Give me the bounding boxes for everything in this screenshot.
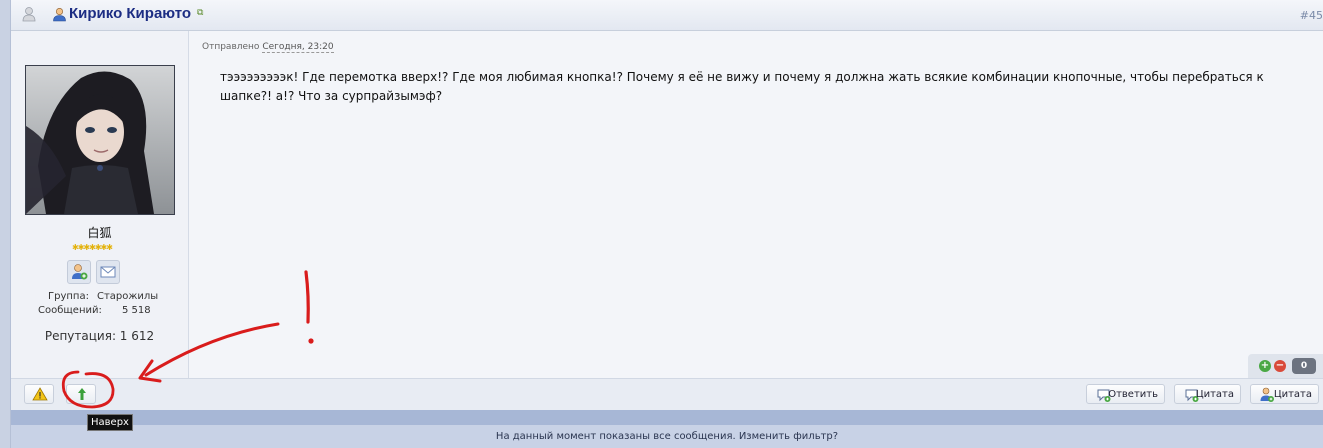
message-icon (100, 266, 116, 278)
quote-button[interactable]: Цитата (1174, 384, 1241, 404)
reply-button[interactable]: Ответить (1086, 384, 1165, 404)
post-header: Кирико Кираюто ⧉ #45 (11, 0, 1323, 31)
post-rating: + − 0 (1248, 354, 1323, 378)
group-label: Группа: (48, 291, 89, 302)
post-content-column: Отправлено Сегодня, 23:20 тэээээээээк! Г… (189, 31, 1323, 378)
scroll-top-tooltip: Наверх (87, 414, 133, 431)
author-nickname: 白狐 (87, 226, 112, 240)
posts-label: Сообщений: (38, 305, 102, 316)
report-button[interactable] (24, 384, 54, 404)
group-value: Старожилы (97, 291, 159, 302)
avatar (25, 65, 175, 215)
quote-user-icon (1260, 387, 1274, 402)
sent-date: Сегодня, 23:20 (262, 42, 334, 53)
filter-info-text[interactable]: На данный момент показаны все сообщения.… (496, 431, 838, 442)
send-message-button[interactable] (96, 260, 120, 284)
posts-value: 5 518 (122, 305, 151, 316)
status-icon (22, 7, 36, 22)
posts-separator (11, 410, 1323, 425)
sent-label: Отправлено (202, 42, 260, 52)
profile-button[interactable] (67, 260, 91, 284)
author-name-link[interactable]: Кирико Кираюто (69, 5, 191, 22)
rate-plus-button[interactable]: + (1259, 360, 1271, 372)
author-info-column: 白狐 ✱✱✱✱✱✱✱ Группа: Старожилы Сообщений: … (11, 31, 189, 378)
outer-left-border (0, 0, 11, 448)
user-icon (53, 7, 66, 22)
profile-icon (72, 264, 88, 280)
external-link-icon[interactable]: ⧉ (197, 8, 203, 18)
post-date: Отправлено Сегодня, 23:20 (202, 42, 334, 53)
quote-user-label: Цитата (1273, 389, 1312, 400)
post-number-link[interactable]: #45 (1300, 9, 1323, 22)
filter-info-bar: На данный момент показаны все сообщения.… (11, 425, 1323, 448)
rating-count: 0 (1292, 358, 1316, 374)
quote-label: Цитата (1195, 389, 1234, 400)
reputation: Репутация: 1 612 (44, 329, 155, 343)
reply-label: Ответить (1108, 389, 1158, 400)
scroll-to-top-button[interactable] (66, 384, 96, 404)
quote-user-button[interactable]: Цитата (1250, 384, 1319, 404)
rate-minus-button[interactable]: − (1274, 360, 1286, 372)
warning-icon (32, 387, 48, 401)
rank-stars: ✱✱✱✱✱✱✱ (72, 243, 113, 252)
post-controls-bar: Ответить Цитата Цитата (11, 378, 1323, 411)
avatar-image (26, 66, 174, 214)
post-body: тэээээээээк! Где перемотка вверх!? Где м… (220, 70, 1264, 103)
up-arrow-icon (78, 388, 86, 400)
